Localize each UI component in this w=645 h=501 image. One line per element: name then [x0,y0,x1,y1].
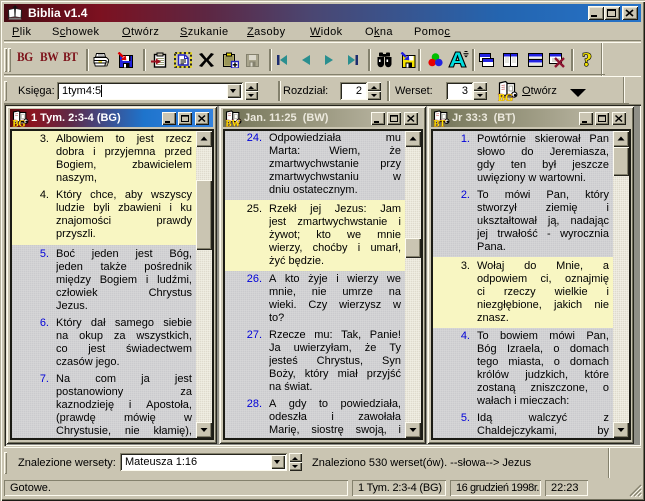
svg-text:BG: BG [13,119,26,128]
svg-text:BT: BT [434,119,446,128]
svg-text:BW: BW [226,119,241,128]
svg-text:?: ? [582,50,592,70]
svg-text:BG: BG [498,93,513,101]
